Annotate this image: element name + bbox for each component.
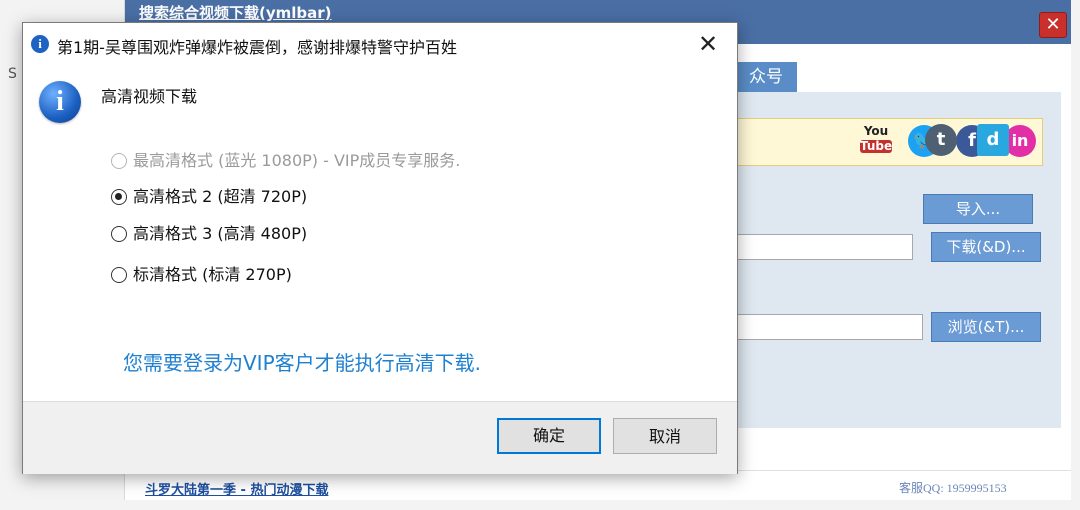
cancel-button[interactable]: 取消 (613, 418, 717, 454)
tumblr-icon[interactable]: t (925, 124, 957, 156)
hot-anime-link[interactable]: 斗罗大陆第一季 - 热门动漫下载 (145, 479, 328, 498)
option-480p-label: 高清格式 3 (高清 480P) (133, 224, 308, 243)
option-720p-label: 高清格式 2 (超清 720P) (133, 187, 308, 206)
save-path-input[interactable] (737, 314, 923, 340)
dialog-heading: 高清视频下载 (101, 87, 198, 106)
vip-notice: 您需要登录为VIP客户才能执行高清下载. (123, 351, 481, 375)
background-close-button[interactable]: ✕ (1039, 12, 1067, 38)
support-qq: 客服QQ: 1959995153 (899, 481, 1007, 495)
ok-button[interactable]: 确定 (497, 418, 601, 454)
quality-dialog: i 第1期-吴尊围观炸弹爆炸被震倒，感谢排爆特警守护百姓 ✕ i 高清视频下载 … (22, 22, 738, 474)
info-icon: i (39, 81, 81, 123)
radio-480p[interactable] (111, 226, 127, 242)
radio-270p[interactable] (111, 267, 127, 283)
dialog-title: 第1期-吴尊围观炸弹爆炸被震倒，感谢排爆特警守护百姓 (57, 38, 457, 57)
option-1080p-label: 最高清格式 (蓝光 1080P) - VIP成员专享服务. (133, 151, 461, 170)
radio-1080p (111, 153, 127, 169)
dialog-titlebar: i 第1期-吴尊围观炸弹爆炸被震倒，感谢排爆特警守护百姓 ✕ (23, 23, 737, 65)
option-720p[interactable]: 高清格式 2 (超清 720P) (111, 183, 307, 207)
option-1080p: 最高清格式 (蓝光 1080P) - VIP成员专享服务. (111, 147, 460, 171)
option-480p[interactable]: 高清格式 3 (高清 480P) (111, 220, 307, 244)
radio-720p[interactable] (111, 189, 127, 205)
dialog-footer: 确定 取消 (23, 401, 737, 474)
dailymotion-icon[interactable]: d (977, 124, 1009, 156)
edge-letter: S (8, 66, 17, 82)
dialog-close-button[interactable]: ✕ (687, 27, 729, 61)
background-title: 搜索综合视频下载(ymlbar) (139, 4, 332, 22)
browse-button[interactable]: 浏览(&T)... (931, 312, 1041, 342)
background-footer: 斗罗大陆第一季 - 热门动漫下载 客服QQ: 1959995153 (125, 470, 1071, 501)
option-270p[interactable]: 标清格式 (标清 270P) (111, 261, 292, 285)
info-small-icon: i (31, 35, 49, 53)
download-button[interactable]: 下载(&D)... (931, 232, 1041, 262)
option-270p-label: 标清格式 (标清 270P) (133, 265, 292, 284)
import-button[interactable]: 导入... (923, 194, 1033, 224)
tab-public-account[interactable]: 众号 (735, 62, 797, 92)
url-input[interactable] (737, 234, 913, 260)
youtube-icon[interactable]: You Tube (860, 125, 892, 157)
